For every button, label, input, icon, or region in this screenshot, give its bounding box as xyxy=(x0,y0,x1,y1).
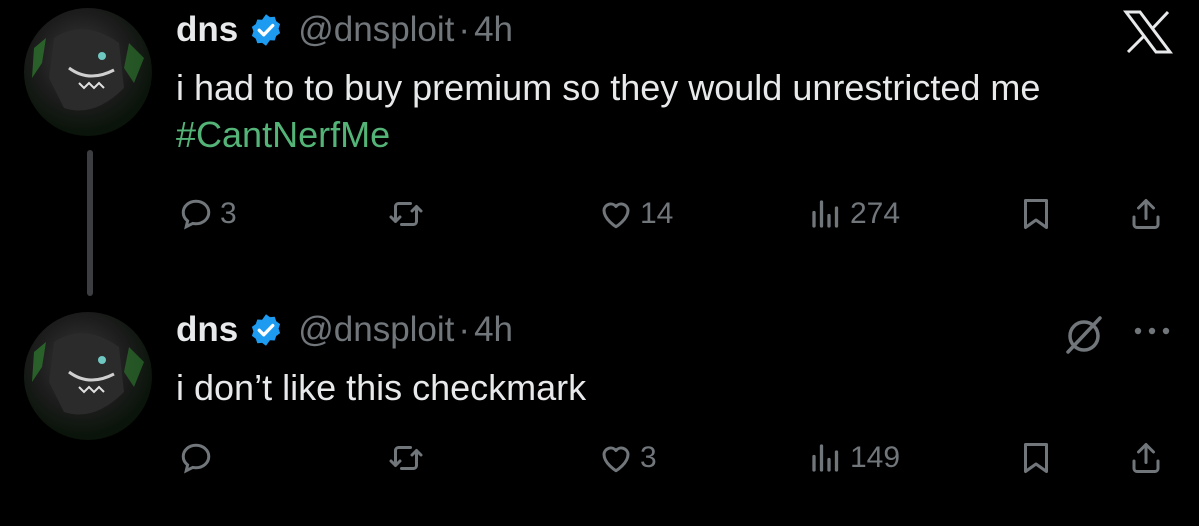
retweet-icon xyxy=(389,202,423,226)
reply-count: 3 xyxy=(220,197,237,230)
tweet-header: dns @dnsploit · 4h xyxy=(176,6,513,54)
like-button[interactable]: 14 xyxy=(598,196,673,232)
reply-button[interactable] xyxy=(178,440,220,476)
verified-badge-icon[interactable] xyxy=(248,12,284,48)
view-count: 274 xyxy=(850,197,901,230)
mute-icon[interactable] xyxy=(1060,310,1108,358)
like-button[interactable]: 3 xyxy=(598,440,657,476)
tweet-text: i had to to buy premium so they would un… xyxy=(176,64,1176,158)
like-count: 3 xyxy=(640,441,657,474)
tweet-header: dns @dnsploit · 4h xyxy=(176,306,513,354)
user-handle[interactable]: @dnsploit xyxy=(298,10,454,50)
views-button[interactable]: 149 xyxy=(808,440,900,476)
verified-badge-icon[interactable] xyxy=(248,312,284,348)
views-icon xyxy=(812,200,839,228)
share-icon xyxy=(1132,199,1160,229)
retweet-icon xyxy=(389,446,423,470)
reply-icon xyxy=(181,199,211,230)
like-count: 14 xyxy=(640,197,674,230)
display-name[interactable]: dns xyxy=(176,310,238,350)
tweet[interactable]: dns @dnsploit · 4h i don’t like this che… xyxy=(0,300,1199,526)
reply-icon xyxy=(181,443,211,474)
views-icon xyxy=(812,444,839,472)
hashtag-link[interactable]: #CantNerfMe xyxy=(176,114,390,155)
tweet-text-plain: i don’t like this checkmark xyxy=(176,367,587,408)
share-icon xyxy=(1132,443,1160,473)
timestamp[interactable]: 4h xyxy=(474,10,513,50)
views-button[interactable]: 274 xyxy=(808,196,900,232)
separator-dot: · xyxy=(458,310,471,349)
timestamp[interactable]: 4h xyxy=(474,310,513,350)
avatar[interactable] xyxy=(24,312,152,440)
bookmark-icon xyxy=(1024,199,1048,229)
more-icon[interactable] xyxy=(1128,316,1176,346)
share-button[interactable] xyxy=(1128,440,1164,476)
reply-button[interactable]: 3 xyxy=(178,196,237,232)
display-name[interactable]: dns xyxy=(176,10,238,50)
view-count: 149 xyxy=(850,441,901,474)
user-handle[interactable]: @dnsploit xyxy=(298,310,454,350)
tweet[interactable]: dns @dnsploit · 4h i had to to buy premi… xyxy=(0,0,1199,300)
action-bar: 3 149 xyxy=(0,436,1199,484)
tweet-text: i don’t like this checkmark xyxy=(176,364,1176,411)
heart-icon xyxy=(602,446,630,473)
avatar[interactable] xyxy=(24,8,152,136)
tweet-text-plain: i had to to buy premium so they would un… xyxy=(176,67,1041,108)
retweet-button[interactable] xyxy=(388,440,430,476)
separator-dot: · xyxy=(458,10,471,49)
bookmark-button[interactable] xyxy=(1018,196,1054,232)
bookmark-button[interactable] xyxy=(1018,440,1054,476)
action-bar: 3 14 274 xyxy=(0,192,1199,240)
heart-icon xyxy=(602,202,630,229)
bookmark-icon xyxy=(1024,443,1048,473)
retweet-button[interactable] xyxy=(388,196,430,232)
share-button[interactable] xyxy=(1128,196,1164,232)
